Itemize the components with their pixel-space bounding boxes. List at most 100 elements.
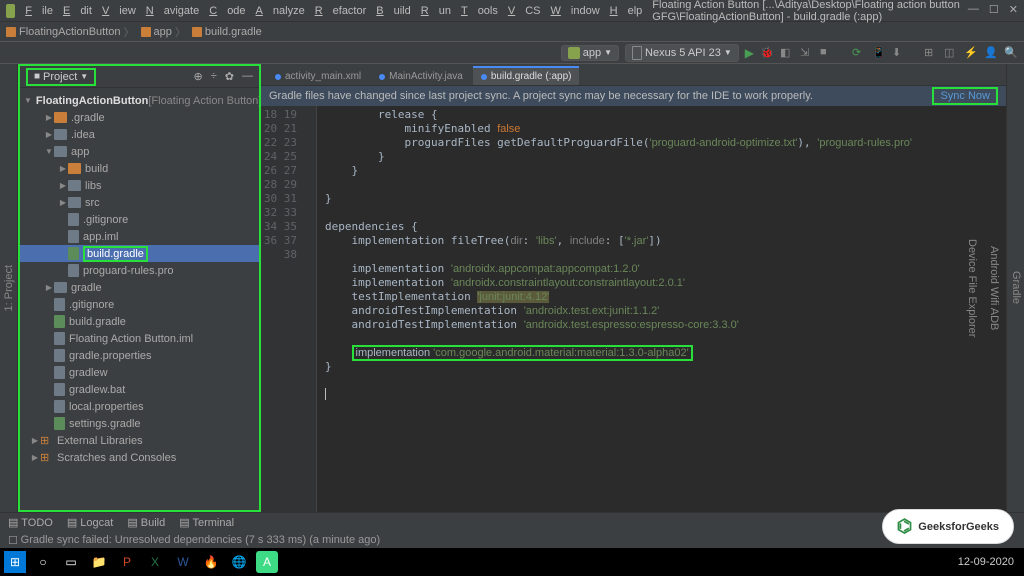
menu-run[interactable]: Run: [421, 5, 451, 17]
minimize-button[interactable]: —: [968, 3, 979, 16]
tree-node--gitignore[interactable]: .gitignore: [20, 211, 259, 228]
tree-node-floating-action-button-iml[interactable]: Floating Action Button.iml: [20, 330, 259, 347]
menu-code[interactable]: Code: [209, 5, 245, 17]
tree-node-gradlew[interactable]: gradlew: [20, 364, 259, 381]
tree-node-build-gradle[interactable]: build.gradle: [20, 313, 259, 330]
editor-tab[interactable]: build.gradle (:app): [473, 66, 580, 85]
menu-navigate[interactable]: Navigate: [146, 5, 199, 17]
tree-node-app[interactable]: ▼app: [20, 143, 259, 160]
toolbar-icon[interactable]: 👤: [984, 46, 998, 60]
tree-node-scratches-and-consoles[interactable]: ▶⊞Scratches and Consoles: [20, 449, 259, 466]
tree-node--gitignore[interactable]: .gitignore: [20, 296, 259, 313]
code-text[interactable]: release { minifyEnabled false proguardFi…: [317, 106, 1006, 512]
start-button[interactable]: ⊞: [4, 551, 26, 573]
toolbar-icon[interactable]: ⚡: [964, 46, 978, 60]
tree-node-app-iml[interactable]: app.iml: [20, 228, 259, 245]
sync-button[interactable]: ⟳: [852, 46, 866, 60]
avd-button[interactable]: 📱: [872, 46, 886, 60]
bottom-tab-build[interactable]: ▤ Build: [127, 516, 165, 529]
search-button[interactable]: ○: [32, 551, 54, 573]
editor-tab[interactable]: activity_main.xml: [267, 67, 369, 85]
maximize-button[interactable]: ☐: [989, 3, 999, 16]
search-button[interactable]: 🔍: [1004, 46, 1018, 60]
geeksforgeeks-watermark: ⌬ GeeksforGeeks: [882, 509, 1014, 544]
tree-node-build[interactable]: ▶build: [20, 160, 259, 177]
system-clock[interactable]: 12-09-2020: [958, 556, 1020, 568]
taskview-button[interactable]: ▭: [60, 551, 82, 573]
menu-vcs[interactable]: VCS: [508, 5, 541, 17]
tree-node--gradle[interactable]: ▶.gradle: [20, 109, 259, 126]
code-area[interactable]: 18 19 20 21 22 23 24 25 26 27 28 29 30 3…: [261, 106, 1006, 512]
bottom-tab-terminal[interactable]: ▤ Terminal: [179, 516, 234, 529]
project-tree[interactable]: ▼FloatingActionButton [Floating Action B…: [20, 88, 259, 510]
debug-button[interactable]: 🐞: [760, 46, 774, 60]
project-view-dropdown[interactable]: ■ Project ▼: [26, 68, 96, 86]
menu-view[interactable]: View: [102, 5, 136, 17]
sidebar-gear-icon[interactable]: ✿: [225, 70, 234, 83]
status-text: Gradle sync failed: Unresolved dependenc…: [21, 534, 381, 546]
tree-node-libs[interactable]: ▶libs: [20, 177, 259, 194]
menu-help[interactable]: Help: [610, 5, 643, 17]
close-button[interactable]: ✕: [1009, 3, 1018, 16]
crumb-item[interactable]: build.gradle: [192, 26, 262, 38]
menu-edit[interactable]: Edit: [63, 5, 92, 17]
firefox-icon[interactable]: 🔥: [200, 551, 222, 573]
tree-node-external-libraries[interactable]: ▶⊞External Libraries: [20, 432, 259, 449]
tree-node-settings-gradle[interactable]: settings.gradle: [20, 415, 259, 432]
menu-tools[interactable]: Tools: [461, 5, 498, 17]
app-icon: [6, 4, 15, 18]
powerpoint-icon[interactable]: P: [116, 551, 138, 573]
tree-root[interactable]: ▼FloatingActionButton [Floating Action B…: [20, 92, 259, 109]
status-bar: ☐ Gradle sync failed: Unresolved depende…: [0, 532, 1024, 548]
right-tool-rail[interactable]: GradleAndroid Wifi ADBDevice File Explor…: [1006, 64, 1024, 512]
menu-build[interactable]: Build: [376, 5, 410, 17]
crumb-item[interactable]: FloatingActionButton 〉: [6, 24, 135, 40]
menu-file[interactable]: File: [25, 5, 53, 17]
left-rail-item[interactable]: 1: Project: [3, 265, 15, 311]
tree-node-src[interactable]: ▶src: [20, 194, 259, 211]
project-sidebar: ■ Project ▼ ⊕ ÷ ✿ — ▼FloatingActionButto…: [18, 64, 261, 512]
sidebar-collapse-icon[interactable]: ÷: [211, 70, 217, 83]
bottom-tool-tabs: ▤ TODO ▤ Logcat ▤ Build ▤ Terminal: [0, 512, 1024, 532]
sdk-button[interactable]: ⬇: [892, 46, 906, 60]
device-dropdown[interactable]: Nexus 5 API 23▼: [625, 44, 739, 62]
profile-button[interactable]: ◧: [780, 46, 794, 60]
chrome-icon[interactable]: 🌐: [228, 551, 250, 573]
tree-node-gradle-properties[interactable]: gradle.properties: [20, 347, 259, 364]
menu-analyze[interactable]: Analyze: [256, 5, 305, 17]
explorer-icon[interactable]: 📁: [88, 551, 110, 573]
fold-gutter: [303, 106, 317, 512]
tree-node--idea[interactable]: ▶.idea: [20, 126, 259, 143]
android-studio-icon[interactable]: A: [256, 551, 278, 573]
tree-node-gradlew-bat[interactable]: gradlew.bat: [20, 381, 259, 398]
window-title: Floating Action Button [...\Aditya\Deskt…: [652, 0, 1008, 23]
editor-pane: activity_main.xmlMainActivity.javabuild.…: [261, 64, 1006, 512]
editor-tab[interactable]: MainActivity.java: [371, 67, 471, 85]
toolbar-icon[interactable]: ⊞: [924, 46, 938, 60]
crumb-item[interactable]: app 〉: [141, 24, 186, 40]
excel-icon[interactable]: X: [144, 551, 166, 573]
sync-message: Gradle files have changed since last pro…: [269, 90, 813, 102]
bottom-tab-todo[interactable]: ▤ TODO: [8, 516, 53, 529]
attach-button[interactable]: ⇲: [800, 46, 814, 60]
menu-window[interactable]: Window: [551, 5, 600, 17]
menu-bar: File Edit View Navigate Code Analyze Refactor B…: [0, 0, 1024, 22]
sidebar-sync-icon[interactable]: ⊕: [194, 70, 203, 83]
right-rail-item[interactable]: Gradle: [1010, 271, 1022, 304]
run-config-dropdown[interactable]: app▼: [561, 45, 619, 61]
bottom-tab-logcat[interactable]: ▤ Logcat: [67, 516, 113, 529]
left-tool-rail[interactable]: 1: ProjectResource Manager7: StructureLa…: [0, 64, 18, 512]
menu-refactor[interactable]: Refactor: [315, 5, 367, 17]
sidebar-hide-icon[interactable]: —: [242, 70, 253, 83]
toolbar-icon[interactable]: ◫: [944, 46, 958, 60]
tree-node-proguard-rules-pro[interactable]: proguard-rules.pro: [20, 262, 259, 279]
word-icon[interactable]: W: [172, 551, 194, 573]
run-button[interactable]: ▶: [745, 46, 754, 60]
tree-node-local-properties[interactable]: local.properties: [20, 398, 259, 415]
gradle-sync-banner: Gradle files have changed since last pro…: [261, 86, 1006, 106]
tree-node-gradle[interactable]: ▶gradle: [20, 279, 259, 296]
window-controls: — ☐ ✕: [968, 3, 1018, 16]
tree-node-build-gradle[interactable]: build.gradle: [20, 245, 259, 262]
sync-now-link[interactable]: Sync Now: [932, 87, 998, 105]
stop-button[interactable]: ■: [820, 46, 834, 60]
